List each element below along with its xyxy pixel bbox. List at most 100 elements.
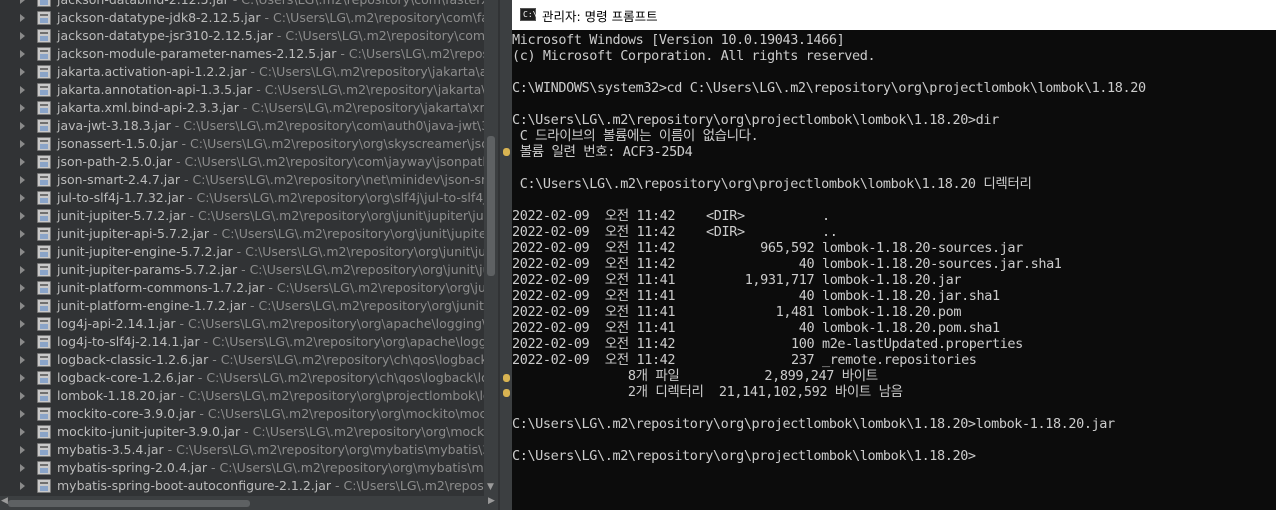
expand-arrow-icon[interactable] <box>20 140 25 148</box>
separator: - <box>240 424 253 439</box>
tree-item-jar[interactable]: log4j-api-2.14.1.jar - C:\Users\LG\.m2\r… <box>0 315 484 333</box>
expand-arrow-icon[interactable] <box>20 14 25 22</box>
jar-file-icon <box>37 83 51 97</box>
tree-item-jar[interactable]: mybatis-spring-boot-autoconfigure-2.1.2.… <box>0 477 484 495</box>
tree-item-jar[interactable]: jakarta.activation-api-1.2.2.jar - C:\Us… <box>0 63 484 81</box>
vertical-scrollbar[interactable]: ▼ <box>484 0 498 496</box>
separator: - <box>260 10 274 25</box>
console-output[interactable]: Microsoft Windows [Version 10.0.19043.14… <box>512 32 1276 510</box>
tree-item-jar[interactable]: jackson-module-parameter-names-2.12.5.ja… <box>0 45 484 63</box>
expand-arrow-icon[interactable] <box>20 50 25 58</box>
jar-file-icon <box>37 281 51 295</box>
separator: - <box>175 388 189 403</box>
tree-item-jar[interactable]: jakarta.xml.bind-api-2.3.3.jar - C:\User… <box>0 99 484 117</box>
cmd-window-title: 관리자: 명령 프롬프트 <box>542 9 658 24</box>
expand-arrow-icon[interactable] <box>20 86 25 94</box>
jar-path: C:\Users\LG\.m2\repository\com\fasterxml… <box>241 0 484 7</box>
tree-item-jar[interactable]: lombok-1.18.20.jar - C:\Users\LG\.m2\rep… <box>0 387 484 405</box>
jar-path: C:\Users\LG\.m2\repository\org\junit\jup… <box>249 262 484 277</box>
tree-item-jar[interactable]: jackson-datatype-jsr310-2.12.5.jar - C:\… <box>0 27 484 45</box>
expand-arrow-icon[interactable] <box>20 122 25 130</box>
jar-file-icon <box>37 173 51 187</box>
tree-item-jar[interactable]: log4j-to-slf4j-2.14.1.jar - C:\Users\LG\… <box>0 333 484 351</box>
console-line: 2022-02-09 오전 11:42 <DIR> . <box>512 208 830 224</box>
jar-name: json-smart-2.4.7.jar <box>57 172 181 187</box>
jar-name: jackson-databind-2.12.5.jar <box>57 0 229 7</box>
jar-name: jackson-datatype-jdk8-2.12.5.jar <box>57 10 261 25</box>
expand-arrow-icon[interactable] <box>20 428 25 436</box>
jar-name: mybatis-spring-boot-autoconfigure-2.1.2.… <box>57 478 332 493</box>
jar-name: jakarta.activation-api-1.2.2.jar <box>57 64 247 79</box>
expand-arrow-icon[interactable] <box>20 176 25 184</box>
expand-arrow-icon[interactable] <box>20 212 25 220</box>
jar-file-icon <box>37 191 51 205</box>
jar-path: C:\Users\LG\.m2\repository\o <box>343 478 484 493</box>
expand-arrow-icon[interactable] <box>20 320 25 328</box>
console-line: C 드라이브의 볼륨에는 이름이 없습니다. <box>512 128 759 144</box>
separator: - <box>331 478 344 493</box>
expand-arrow-icon[interactable] <box>20 158 25 166</box>
separator: - <box>185 208 198 223</box>
expand-arrow-icon[interactable] <box>20 68 25 76</box>
tree-item-jar[interactable]: json-path-2.5.0.jar - C:\Users\LG\.m2\re… <box>0 153 484 171</box>
console-line: 2022-02-09 오전 11:41 40 lombok-1.18.20.po… <box>512 320 1000 336</box>
scroll-down-arrow-icon[interactable]: ▼ <box>487 482 494 492</box>
tree-item-jar[interactable]: json-smart-2.4.7.jar - C:\Users\LG\.m2\r… <box>0 171 484 189</box>
expand-arrow-icon[interactable] <box>20 104 25 112</box>
separator: - <box>238 100 252 115</box>
tree-item-jar[interactable]: logback-classic-1.2.6.jar - C:\Users\LG\… <box>0 351 484 369</box>
jar-file-icon <box>37 209 51 223</box>
jar-name: junit-jupiter-api-5.7.2.jar <box>57 226 210 241</box>
expand-arrow-icon[interactable] <box>20 446 25 454</box>
tree-item-jar[interactable]: junit-jupiter-engine-5.7.2.jar - C:\User… <box>0 243 484 261</box>
console-line: 2개 디렉터리 21,141,102,592 바이트 남음 <box>512 384 903 400</box>
jar-path: C:\Users\LG\.m2\repository\org\mockito\m… <box>207 406 484 421</box>
scroll-right-arrow-icon[interactable]: ▶ <box>488 496 495 506</box>
jar-file-icon <box>37 155 51 169</box>
tree-item-jar[interactable]: java-jwt-3.18.3.jar - C:\Users\LG\.m2\re… <box>0 117 484 135</box>
expand-arrow-icon[interactable] <box>20 194 25 202</box>
console-line: C:\Users\LG\.m2\repository\org\projectlo… <box>512 416 1115 432</box>
expand-arrow-icon[interactable] <box>20 248 25 256</box>
expand-arrow-icon[interactable] <box>20 482 25 490</box>
expand-arrow-icon[interactable] <box>20 410 25 418</box>
tree-item-jar[interactable]: mockito-core-3.9.0.jar - C:\Users\LG\.m2… <box>0 405 484 423</box>
vertical-scrollbar-thumb[interactable] <box>487 136 495 276</box>
tree-item-jar[interactable]: mybatis-spring-2.0.4.jar - C:\Users\LG\.… <box>0 459 484 477</box>
expand-arrow-icon[interactable] <box>20 284 25 292</box>
expand-arrow-icon[interactable] <box>20 266 25 274</box>
expand-arrow-icon[interactable] <box>20 32 25 40</box>
expand-arrow-icon[interactable] <box>20 356 25 364</box>
tree-item-jar[interactable]: junit-jupiter-5.7.2.jar - C:\Users\LG\.m… <box>0 207 484 225</box>
scroll-left-arrow-icon[interactable]: ◀ <box>1 496 8 506</box>
tree-item-jar[interactable]: jackson-databind-2.12.5.jar - C:\Users\L… <box>0 0 484 9</box>
jar-name: mybatis-3.5.4.jar <box>57 442 164 457</box>
jar-path: C:\Users\LG\.m2\repository\jakarta\annot <box>264 82 484 97</box>
tree-item-jar[interactable]: logback-core-1.2.6.jar - C:\Users\LG\.m2… <box>0 369 484 387</box>
horizontal-scrollbar-thumb[interactable] <box>8 500 250 507</box>
horizontal-scrollbar[interactable]: ◀ ▶ <box>0 496 498 510</box>
cmd-title-bar[interactable]: C:\ 관리자: 명령 프롬프트 <box>512 0 1276 30</box>
tree-item-jar[interactable]: jackson-datatype-jdk8-2.12.5.jar - C:\Us… <box>0 9 484 27</box>
tree-item-jar[interactable]: junit-jupiter-api-5.7.2.jar - C:\Users\L… <box>0 225 484 243</box>
jar-file-icon <box>37 227 51 241</box>
tree-item-jar[interactable]: jsonassert-1.5.0.jar - C:\Users\LG\.m2\r… <box>0 135 484 153</box>
tree-item-jar[interactable]: mockito-junit-jupiter-3.9.0.jar - C:\Use… <box>0 423 484 441</box>
expand-arrow-icon[interactable] <box>20 0 25 4</box>
expand-arrow-icon[interactable] <box>20 464 25 472</box>
expand-arrow-icon[interactable] <box>20 338 25 346</box>
bulb-marker-icon <box>503 389 510 397</box>
expand-arrow-icon[interactable] <box>20 374 25 382</box>
expand-arrow-icon[interactable] <box>20 230 25 238</box>
expand-arrow-icon[interactable] <box>20 392 25 400</box>
expand-arrow-icon[interactable] <box>20 302 25 310</box>
tree-item-jar[interactable]: junit-platform-commons-1.7.2.jar - C:\Us… <box>0 279 484 297</box>
tree-item-jar[interactable]: junit-platform-engine-1.7.2.jar - C:\Use… <box>0 297 484 315</box>
tree-item-jar[interactable]: junit-jupiter-params-5.7.2.jar - C:\User… <box>0 261 484 279</box>
jar-name: junit-jupiter-engine-5.7.2.jar <box>57 244 233 259</box>
tree-item-jar[interactable]: jul-to-slf4j-1.7.32.jar - C:\Users\LG\.m… <box>0 189 484 207</box>
command-prompt-window[interactable]: C:\ 관리자: 명령 프롬프트 Microsoft Windows [Vers… <box>512 0 1276 510</box>
tree-item-jar[interactable]: mybatis-3.5.4.jar - C:\Users\LG\.m2\repo… <box>0 441 484 459</box>
tree-item-jar[interactable]: jakarta.annotation-api-1.3.5.jar - C:\Us… <box>0 81 484 99</box>
